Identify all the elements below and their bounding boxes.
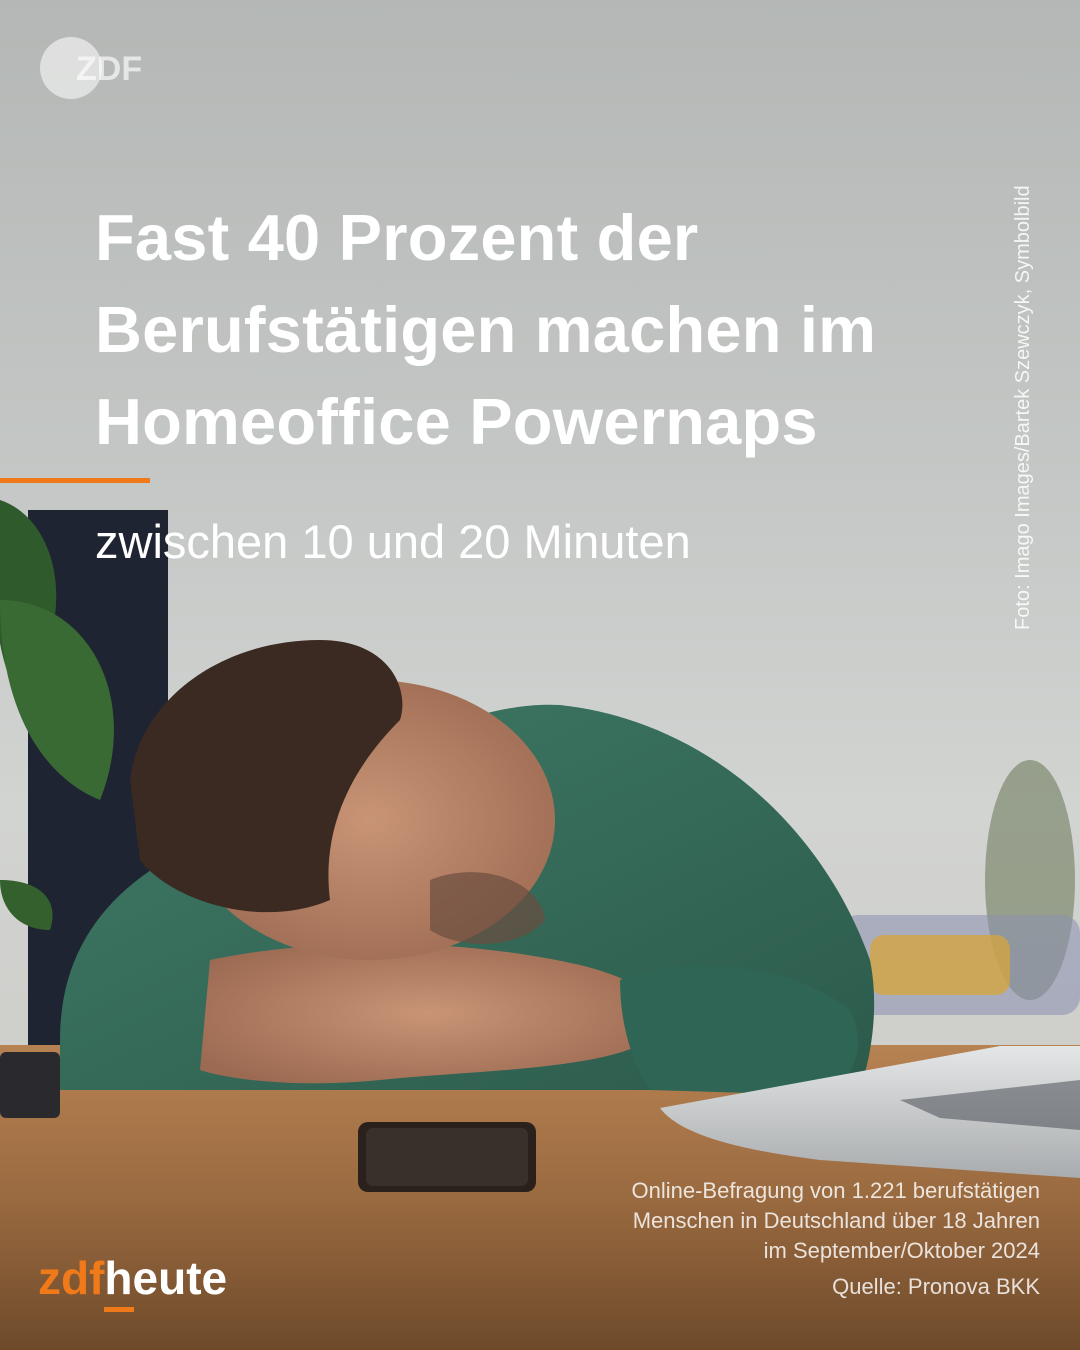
logo-underline [104, 1307, 135, 1312]
source-line: im September/Oktober 2024 [763, 1238, 1040, 1263]
headline-line: Berufstätigen machen im [95, 293, 877, 366]
source-line: Menschen in Deutschland über 18 Jahren [632, 1208, 1040, 1233]
svg-text:ZDF: ZDF [76, 50, 142, 88]
source-note: Online-Befragung von 1.221 berufstätigen… [480, 1176, 1040, 1302]
source-quelle: Quelle: Pronova BKK [832, 1274, 1040, 1299]
headline: Fast 40 Prozent der Berufstätigen machen… [95, 192, 995, 468]
photo-credit: Foto: Imago Images/Bartek Szewczyk, Symb… [1012, 185, 1034, 630]
logo-zdf: zdf [38, 1252, 105, 1304]
social-card: ZDF Fast 40 Prozent der Berufstätigen ma… [0, 0, 1080, 1350]
source-line: Online-Befragung von 1.221 berufstätigen [631, 1178, 1040, 1203]
zdf-logo-icon: ZDF [40, 36, 160, 100]
headline-line: Fast 40 Prozent der [95, 201, 699, 274]
zdfheute-logo: zdfheute [38, 1252, 228, 1312]
subline: zwischen 10 und 20 Minuten [95, 515, 691, 568]
logo-heute: heute [104, 1252, 228, 1312]
headline-line: Homeoffice Powernaps [95, 385, 818, 458]
logo-heute-text: heute [104, 1252, 228, 1304]
accent-divider [0, 478, 150, 483]
